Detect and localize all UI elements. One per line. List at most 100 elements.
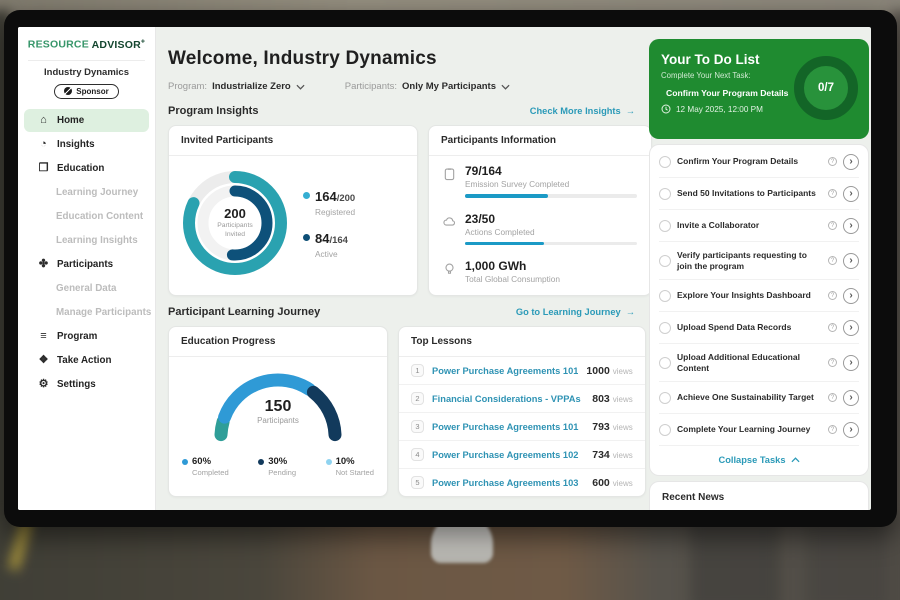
learning-cards-row: Education Progress 150 Participants 60% xyxy=(168,326,637,497)
registered-label: Registered xyxy=(315,207,355,217)
sidebar-item-icon: ≡ xyxy=(37,331,50,342)
progress-bar xyxy=(465,194,637,198)
lesson-title-link[interactable]: Power Purchase Agreements 103 xyxy=(432,478,584,488)
legend-active: 84/164 Active xyxy=(303,230,355,259)
sidebar-item-label: Manage Participants xyxy=(56,307,151,318)
lesson-views: 734views xyxy=(592,449,633,461)
sidebar-item-label: Learning Journey xyxy=(56,187,138,198)
task-checkbox[interactable] xyxy=(659,322,671,334)
task-checkbox[interactable] xyxy=(659,220,671,232)
task-open-button[interactable]: › xyxy=(843,154,859,170)
sidebar-item-icon: ❒ xyxy=(37,163,50,174)
lesson-title-link[interactable]: Power Purchase Agreements 102 xyxy=(432,450,584,460)
task-checkbox[interactable] xyxy=(659,255,671,267)
gauge-center-label: Participants xyxy=(203,416,353,425)
page-title: Welcome, Industry Dynamics xyxy=(168,48,637,70)
lesson-title-link[interactable]: Financial Considerations - VPPAs xyxy=(432,394,584,404)
gauge-center-value: 150 xyxy=(203,398,353,416)
sidebar-item[interactable]: Learning Insights xyxy=(24,229,149,252)
lesson-rank-badge: 3 xyxy=(411,420,424,433)
task-checkbox[interactable] xyxy=(659,424,671,436)
lesson-views: 793views xyxy=(592,421,633,433)
task-info-icon: ? xyxy=(828,291,837,300)
sponsor-badge[interactable]: Sponsor xyxy=(54,84,118,99)
sidebar-item-label: Learning Insights xyxy=(56,235,138,246)
sidebar-item[interactable]: ⚙ Settings xyxy=(24,373,149,396)
sidebar-item-label: Education xyxy=(57,163,104,174)
actions-icon xyxy=(443,215,456,228)
progress-bar-fill xyxy=(465,242,544,246)
sidebar-item[interactable]: General Data xyxy=(24,277,149,300)
sidebar-item[interactable]: ✤ Participants xyxy=(24,253,149,276)
task-open-button[interactable]: › xyxy=(843,320,859,336)
sidebar-item-label: Settings xyxy=(57,379,96,390)
main-content: Welcome, Industry Dynamics Program: Indu… xyxy=(156,27,649,510)
legend-dot xyxy=(303,192,310,199)
todo-progress-ring: 0/7 xyxy=(794,56,858,120)
legend-pending: 30% Pending xyxy=(258,456,296,477)
task-checkbox[interactable] xyxy=(659,392,671,404)
task-open-button[interactable]: › xyxy=(843,355,859,371)
participants-filter-dropdown[interactable]: Participants: Only My Participants xyxy=(345,81,510,92)
sidebar-item[interactable]: ❒ Education xyxy=(24,157,149,180)
registered-total: /200 xyxy=(337,193,356,204)
task-info-icon: ? xyxy=(828,323,837,332)
chevron-down-icon xyxy=(501,84,510,90)
task-open-button[interactable]: › xyxy=(843,218,859,234)
views-label: views xyxy=(613,423,633,432)
task-info-icon: ? xyxy=(828,393,837,402)
views-label: views xyxy=(613,479,633,488)
task-label: Upload Spend Data Records xyxy=(677,322,822,333)
lesson-title-link[interactable]: Power Purchase Agreements 101 xyxy=(432,366,578,376)
task-checkbox[interactable] xyxy=(659,290,671,302)
task-row: Complete Your Learning Journey ? › xyxy=(659,414,859,446)
card-title: Participants Information xyxy=(429,126,651,156)
lesson-rank-badge: 4 xyxy=(411,448,424,461)
go-to-learning-journey-link[interactable]: Go to Learning Journey → xyxy=(516,307,635,317)
sidebar-nav: ⌂ Home ◔ Insights ❒ Education xyxy=(18,109,155,396)
sidebar-item[interactable]: Manage Participants xyxy=(24,301,149,324)
top-lessons-card: Top Lessons 1 Power Purchase Agreements … xyxy=(398,326,646,497)
task-open-button[interactable]: › xyxy=(843,390,859,406)
task-checkbox[interactable] xyxy=(659,357,671,369)
section-title: Participant Learning Journey xyxy=(168,306,320,318)
sidebar-item[interactable]: Education Content xyxy=(24,205,149,228)
clock-icon xyxy=(661,104,671,114)
app-logo: RESOURCE ADVISOR+ xyxy=(18,38,155,51)
task-row: Confirm Your Program Details ? › xyxy=(659,146,859,178)
sidebar-item-icon: ⚙ xyxy=(37,379,50,390)
sidebar-item[interactable]: ≡ Program xyxy=(24,325,149,348)
donut-center-value: 200 xyxy=(224,206,246,221)
lesson-row: 1 Power Purchase Agreements 101 1000view… xyxy=(399,357,645,385)
participants-filter-value: Only My Participants xyxy=(402,81,496,92)
lesson-rank-badge: 5 xyxy=(411,476,424,489)
chevron-down-icon xyxy=(296,84,305,90)
background-shadow-1 xyxy=(690,520,780,600)
task-row: Verify participants requesting to join t… xyxy=(659,242,859,280)
task-checkbox[interactable] xyxy=(659,156,671,168)
program-filter-dropdown[interactable]: Program: Industrialize Zero xyxy=(168,81,305,92)
task-open-button[interactable]: › xyxy=(843,253,859,269)
task-open-button[interactable]: › xyxy=(843,288,859,304)
sidebar-item-label: Home xyxy=(57,115,84,126)
sidebar-item[interactable]: ❖ Take Action xyxy=(24,349,149,372)
task-row: Achieve One Sustainability Target ? › xyxy=(659,382,859,414)
legend-registered: 164/200 Registered xyxy=(303,188,355,217)
task-open-button[interactable]: › xyxy=(843,186,859,202)
sidebar-item[interactable]: ⌂ Home xyxy=(24,109,149,132)
stat-emission-survey: 79/164 Emission Survey Completed xyxy=(429,156,651,204)
check-more-insights-link[interactable]: Check More Insights → xyxy=(530,106,635,116)
task-info-icon: ? xyxy=(828,256,837,265)
filters-row: Program: Industrialize Zero Participants… xyxy=(168,81,637,92)
sidebar-item[interactable]: ◔ Insights xyxy=(24,133,149,156)
sidebar-item-label: General Data xyxy=(56,283,116,294)
education-gauge-box: 150 Participants xyxy=(203,361,353,450)
legend-dot xyxy=(303,234,310,241)
task-label: Send 50 Invitations to Participants xyxy=(677,188,822,199)
task-open-button[interactable]: › xyxy=(843,422,859,438)
lesson-title-link[interactable]: Power Purchase Agreements 101 xyxy=(432,422,584,432)
collapse-tasks-link[interactable]: Collapse Tasks xyxy=(659,446,859,473)
legend-dot xyxy=(326,459,332,465)
task-checkbox[interactable] xyxy=(659,188,671,200)
sidebar-item[interactable]: Learning Journey xyxy=(24,181,149,204)
